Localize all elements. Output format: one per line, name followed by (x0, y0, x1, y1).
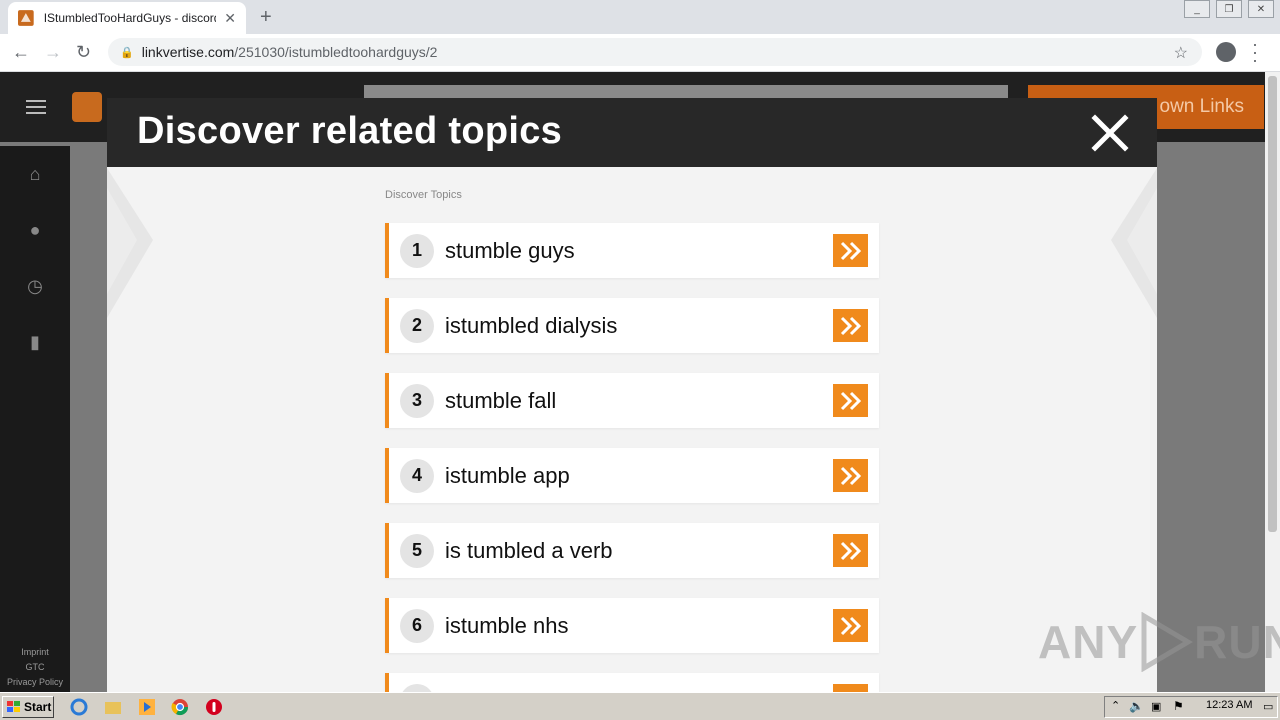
home-icon[interactable]: ⌂ (25, 164, 45, 184)
anyrun-watermark: ANY RUN (1038, 612, 1280, 672)
linkvertise-favicon-icon (18, 10, 34, 26)
notification-icon[interactable]: ▭ (1263, 700, 1273, 713)
browser-menu-icon[interactable]: · · · (1252, 35, 1258, 69)
go-button[interactable] (833, 684, 868, 692)
topic-number: 4 (400, 458, 434, 493)
topic-label: is tumbled a verb (445, 537, 613, 563)
network-icon[interactable]: ▣ (1151, 700, 1161, 713)
windows-taskbar: Start ⌃ 🔈 ▣ ⚑ ▭ (0, 692, 1280, 720)
bookmark-star-icon[interactable]: ☆ (1174, 43, 1188, 63)
start-button[interactable]: Start (2, 696, 54, 718)
tray-expand-icon[interactable]: ⌃ (1111, 699, 1120, 712)
topic-item[interactable]: 6 istumble nhs (385, 598, 879, 653)
topic-number (400, 683, 434, 692)
topic-label: istumbled dialysis (445, 312, 618, 338)
modal-title: Discover related topics (137, 110, 563, 152)
site-sidebar: ⌂ ● ◷ ▮ Imprint GTC Privacy Policy (0, 146, 70, 692)
address-bar[interactable]: 🔒 linkvertise.com/251030/istumbledtoohar… (108, 38, 1202, 66)
reload-icon[interactable]: ↻ (76, 42, 91, 63)
page-scrollbar[interactable] (1265, 72, 1280, 692)
scrollbar-thumb[interactable] (1268, 76, 1277, 532)
topic-item[interactable]: 2 istumbled dialysis (385, 298, 879, 353)
url-host: linkvertise.com (141, 44, 235, 60)
taskbar-clock[interactable]: 12:23 AM (1206, 699, 1252, 711)
windows-logo-icon (7, 701, 20, 712)
section-label: Discover Topics (385, 189, 462, 201)
browser-toolbar: ← → ↻ 🔒 linkvertise.com/251030/istumbled… (0, 34, 1280, 72)
privacy-policy-link[interactable]: Privacy Policy (0, 675, 70, 690)
topic-label: istumble nhs (445, 612, 569, 638)
go-button[interactable] (833, 384, 868, 417)
double-chevron-right-icon (840, 616, 861, 635)
double-chevron-right-icon (840, 466, 861, 485)
topic-item[interactable]: 5 is tumbled a verb (385, 523, 879, 578)
topic-number: 6 (400, 608, 434, 643)
browser-tab[interactable]: IStumbledTooHardGuys - discord.gg ✕ (8, 2, 246, 34)
minimize-icon[interactable]: _ (1184, 0, 1210, 18)
modal-header: Discover related topics (107, 98, 1157, 167)
double-chevron-right-icon (840, 391, 861, 410)
double-chevron-right-icon (840, 541, 861, 560)
topic-number: 3 (400, 383, 434, 418)
double-chevron-right-icon (840, 316, 861, 335)
new-tab-icon[interactable]: + (260, 6, 272, 29)
profile-avatar-icon[interactable] (1216, 42, 1236, 62)
chevron-right-decoration-icon (1111, 168, 1157, 318)
flag-icon[interactable]: ⚑ (1173, 699, 1184, 713)
opera-icon[interactable] (205, 698, 223, 716)
sidebar-footer-links: Imprint GTC Privacy Policy (0, 645, 70, 690)
url-path: /251030/istumbledtoohardguys/2 (234, 44, 438, 60)
topic-number: 2 (400, 308, 434, 343)
close-icon[interactable] (1091, 114, 1129, 152)
go-button[interactable] (833, 459, 868, 492)
go-button[interactable] (833, 534, 868, 567)
back-icon[interactable]: ← (12, 42, 30, 63)
user-icon[interactable]: ● (25, 220, 45, 240)
start-label: Start (24, 700, 52, 714)
history-icon[interactable]: ◷ (25, 276, 45, 296)
tab-strip: IStumbledTooHardGuys - discord.gg ✕ + _ … (0, 0, 1280, 34)
go-button[interactable] (833, 609, 868, 642)
play-triangle-icon (1141, 612, 1194, 672)
folder-icon[interactable] (104, 698, 122, 716)
imprint-link[interactable]: Imprint (0, 645, 70, 660)
topic-number: 1 (400, 233, 434, 268)
internet-explorer-icon[interactable] (70, 698, 88, 716)
topic-item[interactable]: 1 stumble guys (385, 223, 879, 278)
topic-item[interactable]: 4 istumble app (385, 448, 879, 503)
restore-icon[interactable]: ❐ (1216, 0, 1242, 18)
topic-item-partial[interactable] (385, 673, 879, 692)
watermark-text-b: RUN (1194, 616, 1280, 668)
discover-topics-modal: Discover related topics Discover Topics … (107, 98, 1157, 692)
watermark-text-a: ANY (1038, 616, 1139, 668)
forward-icon[interactable]: → (44, 42, 62, 63)
go-button[interactable] (833, 234, 868, 267)
media-player-icon[interactable] (138, 698, 156, 716)
bookmark-icon[interactable]: ▮ (25, 332, 45, 352)
topic-label: stumble guys (445, 237, 575, 263)
hamburger-menu-icon[interactable] (26, 100, 46, 114)
chevron-left-decoration-icon (107, 168, 153, 318)
go-button[interactable] (833, 309, 868, 342)
tab-title: IStumbledTooHardGuys - discord.gg (43, 11, 217, 25)
chrome-icon[interactable] (171, 698, 189, 716)
lock-icon: 🔒 (120, 46, 134, 59)
topic-item[interactable]: 3 stumble fall (385, 373, 879, 428)
double-chevron-right-icon (840, 241, 861, 260)
gtc-link[interactable]: GTC (0, 660, 70, 675)
tab-close-icon[interactable]: ✕ (224, 10, 236, 27)
site-logo[interactable] (72, 92, 102, 122)
window-controls: _ ❐ ✕ (1184, 0, 1274, 18)
topic-number: 5 (400, 533, 434, 568)
topic-label: stumble fall (445, 387, 557, 413)
close-window-icon[interactable]: ✕ (1248, 0, 1274, 18)
topic-label: istumble app (445, 462, 570, 488)
volume-icon[interactable]: 🔈 (1129, 699, 1144, 713)
